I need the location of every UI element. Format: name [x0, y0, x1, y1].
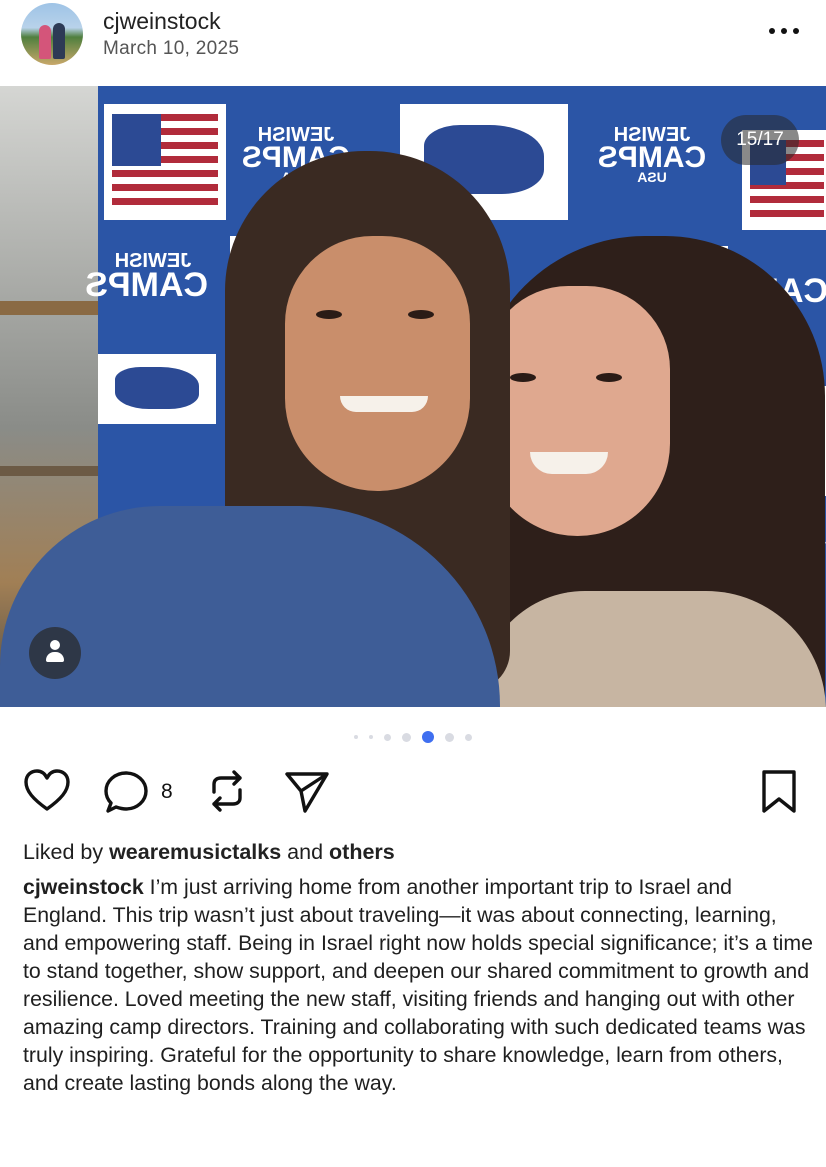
more-options-icon[interactable]: [764, 16, 804, 46]
carousel-indicator: [0, 729, 826, 745]
carousel-dot[interactable]: [445, 732, 454, 742]
person-left-face: [285, 236, 470, 491]
liked-by-others[interactable]: others: [329, 840, 395, 864]
post-date: March 10, 2025: [103, 38, 240, 59]
caption-username[interactable]: cjweinstock: [23, 875, 144, 899]
carousel-dot[interactable]: [384, 733, 391, 741]
bookmark-icon[interactable]: [760, 769, 798, 815]
liked-by-line: Liked by wearemusictalks and others: [23, 840, 395, 865]
repost-icon[interactable]: [206, 768, 248, 814]
post-photo[interactable]: JEWISH CAMPS USA JEWISH CAMPS USA JEWISH…: [0, 86, 826, 707]
carousel-dot[interactable]: [465, 733, 472, 741]
comment-icon[interactable]: [104, 769, 152, 815]
user-tag-icon[interactable]: [29, 627, 81, 679]
share-icon[interactable]: [283, 769, 331, 815]
carousel-dot[interactable]: [354, 735, 358, 739]
carousel-dot[interactable]: [402, 732, 411, 742]
carousel-dot[interactable]: [369, 735, 373, 739]
post-header: cjweinstock March 10, 2025: [0, 0, 826, 86]
liked-by-prefix: Liked by: [23, 840, 104, 864]
comment-count: 8: [161, 780, 173, 803]
person-right-face: [485, 286, 670, 536]
image-counter: 15/17: [721, 115, 799, 165]
liked-by-user[interactable]: wearemusictalks: [109, 840, 281, 864]
avatar[interactable]: [21, 3, 83, 65]
logo-word-2: CAMPS: [597, 141, 707, 174]
post-caption: cjweinstock I’m just arriving home from …: [23, 873, 813, 1097]
caption-text: I’m just arriving home from another impo…: [23, 875, 813, 1095]
post-username[interactable]: cjweinstock: [103, 8, 221, 35]
heart-icon[interactable]: [23, 769, 71, 813]
liked-by-conj: and: [287, 840, 324, 864]
logo-word-2: CAMPS: [85, 266, 208, 304]
action-bar: 8: [0, 763, 826, 823]
carousel-dot[interactable]: [422, 731, 434, 743]
